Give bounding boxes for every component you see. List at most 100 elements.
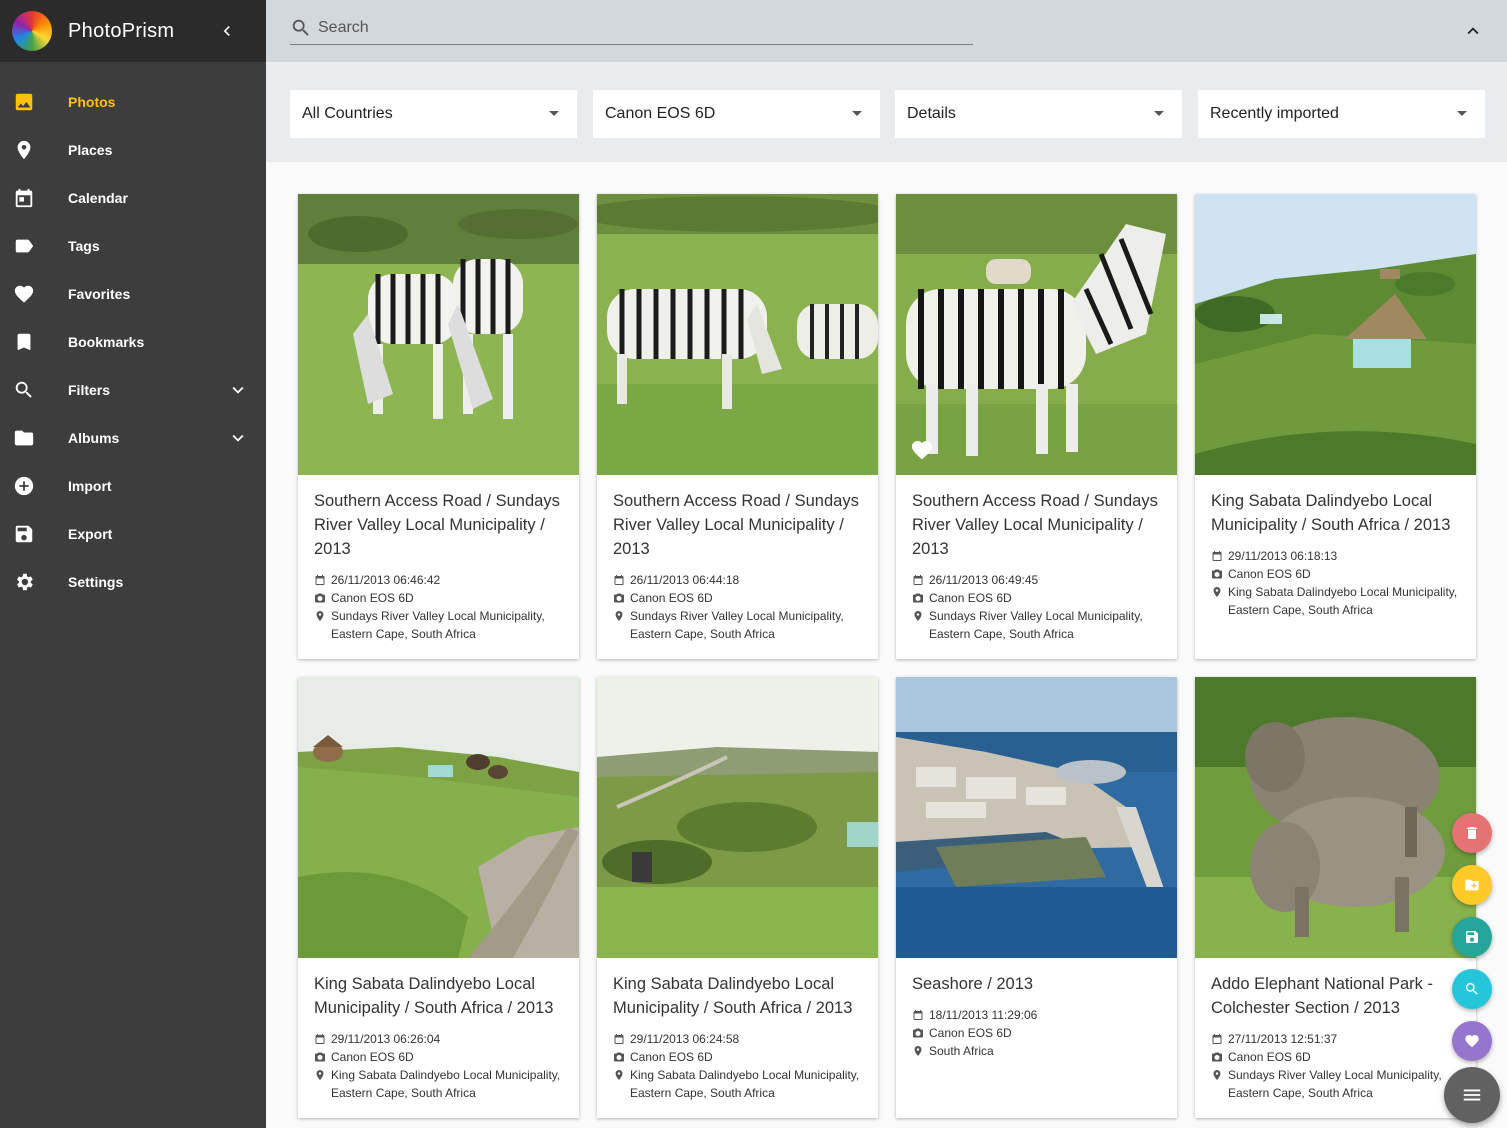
chevron-down-icon[interactable] — [226, 378, 250, 402]
search-input[interactable] — [318, 19, 958, 37]
actions-menu-button[interactable] — [1444, 1067, 1500, 1123]
place-pin-icon — [613, 610, 625, 622]
photo-title: King Sabata Dalindyebo Local Municipalit… — [1211, 492, 1451, 534]
photo-camera: Canon EOS 6D — [1228, 567, 1311, 581]
collapse-drawer-button[interactable] — [214, 18, 240, 44]
sidebar-item-settings[interactable]: Settings — [0, 558, 266, 606]
photo-camera: Canon EOS 6D — [331, 591, 414, 605]
view-select-value: Details — [907, 105, 956, 122]
place-pin-icon — [1211, 586, 1223, 598]
bookmark-icon — [12, 330, 36, 354]
place-pin-icon — [1211, 1069, 1223, 1081]
photo-location: Sundays River Valley Local Municipality,… — [331, 609, 545, 641]
view-select[interactable]: Details — [895, 90, 1182, 138]
photo-card[interactable]: Addo Elephant National Park - Colchester… — [1195, 677, 1476, 1118]
sidebar-item-albums[interactable]: Albums — [0, 414, 266, 462]
calendar-icon — [613, 574, 625, 586]
sidebar-item-label: Favorites — [68, 286, 131, 302]
camera-icon — [613, 1051, 625, 1063]
sidebar-item-places[interactable]: Places — [0, 126, 266, 174]
navigation-drawer: PhotoPrism Photos Places Calendar Tags F… — [0, 0, 266, 1128]
sidebar-item-filters[interactable]: Filters — [0, 366, 266, 414]
place-pin-icon — [314, 1069, 326, 1081]
sidebar-item-label: Export — [68, 526, 113, 542]
sidebar-item-calendar[interactable]: Calendar — [0, 174, 266, 222]
country-select-value: All Countries — [302, 105, 393, 122]
folder-add-icon — [1465, 879, 1479, 891]
sidebar-item-label: Calendar — [68, 190, 128, 206]
photo-title: Seashore / 2013 — [912, 975, 1034, 993]
photo-date: 26/11/2013 06:46:42 — [331, 573, 441, 587]
favorite-heart-icon[interactable] — [910, 438, 934, 467]
camera-select[interactable]: Canon EOS 6D — [593, 90, 880, 138]
place-pin-icon — [912, 610, 924, 622]
dropdown-arrow-icon — [1457, 111, 1467, 116]
sidebar-item-label: Places — [68, 142, 113, 158]
photo-camera: Canon EOS 6D — [929, 1026, 1012, 1040]
photo-date: 26/11/2013 06:49:45 — [929, 573, 1039, 587]
sidebar-item-import[interactable]: Import — [0, 462, 266, 510]
photo-thumbnail[interactable] — [896, 677, 1177, 958]
add-to-album-button[interactable] — [1452, 865, 1492, 905]
calendar-icon — [1211, 1033, 1223, 1045]
sidebar-item-favorites[interactable]: Favorites — [0, 270, 266, 318]
save-icon — [1466, 931, 1478, 943]
place-pin-icon — [12, 138, 36, 162]
sort-select[interactable]: Recently imported — [1198, 90, 1485, 138]
photo-camera: Canon EOS 6D — [331, 1050, 414, 1064]
calendar-icon — [912, 1009, 924, 1021]
photo-thumbnail[interactable] — [298, 194, 579, 475]
photo-card[interactable]: Southern Access Road / Sundays River Val… — [298, 194, 579, 659]
sidebar-item-photos[interactable]: Photos — [0, 78, 266, 126]
calendar-icon — [314, 1033, 326, 1045]
photo-date: 27/11/2013 12:51:37 — [1228, 1032, 1338, 1046]
zoom-edit-icon — [1465, 983, 1478, 995]
photo-card[interactable]: Southern Access Road / Sundays River Val… — [597, 194, 878, 659]
photo-thumbnail[interactable] — [896, 194, 1177, 475]
photo-card[interactable]: King Sabata Dalindyebo Local Municipalit… — [298, 677, 579, 1118]
like-button[interactable] — [1452, 1021, 1492, 1061]
sidebar-item-export[interactable]: Export — [0, 510, 266, 558]
camera-icon — [912, 592, 924, 604]
add-circle-icon — [12, 474, 36, 498]
photo-card[interactable]: Southern Access Road / Sundays River Val… — [896, 194, 1177, 659]
camera-icon — [314, 1051, 326, 1063]
photo-date: 18/11/2013 11:29:06 — [929, 1008, 1038, 1022]
heart-icon — [1465, 1035, 1479, 1048]
sidebar-item-label: Photos — [68, 94, 116, 110]
photo-location: Sundays River Valley Local Municipality,… — [630, 609, 844, 641]
photo-date: 29/11/2013 06:24:58 — [630, 1032, 740, 1046]
photo-card[interactable]: King Sabata Dalindyebo Local Municipalit… — [1195, 194, 1476, 659]
calendar-icon — [1211, 550, 1223, 562]
photo-date: 29/11/2013 06:26:04 — [331, 1032, 441, 1046]
photo-card[interactable]: King Sabata Dalindyebo Local Municipalit… — [597, 677, 878, 1118]
place-pin-icon — [314, 610, 326, 622]
photoprism-logo-icon[interactable] — [12, 11, 52, 51]
photo-title: Southern Access Road / Sundays River Val… — [613, 492, 859, 558]
photo-thumbnail[interactable] — [1195, 194, 1476, 475]
photo-thumbnail[interactable] — [1195, 677, 1476, 958]
delete-button[interactable] — [1452, 813, 1492, 853]
photo-thumbnail[interactable] — [597, 194, 878, 475]
camera-icon — [1211, 568, 1223, 580]
photo-card[interactable]: Seashore / 2013 18/11/2013 11:29:06 Cano… — [896, 677, 1177, 1118]
filter-bar: All Countries Canon EOS 6D Details Recen… — [266, 62, 1507, 162]
label-tag-icon — [12, 234, 36, 258]
sidebar-item-tags[interactable]: Tags — [0, 222, 266, 270]
photo-thumbnail[interactable] — [298, 677, 579, 958]
search-bar — [290, 12, 973, 45]
calendar-icon — [613, 1033, 625, 1045]
photo-title: Addo Elephant National Park - Colchester… — [1211, 975, 1433, 1017]
photo-thumbnail[interactable] — [597, 677, 878, 958]
gear-icon — [12, 570, 36, 594]
calendar-icon — [12, 186, 36, 210]
edit-button[interactable] — [1452, 969, 1492, 1009]
sidebar-item-bookmarks[interactable]: Bookmarks — [0, 318, 266, 366]
toggle-filters-button[interactable] — [1461, 19, 1485, 43]
country-select[interactable]: All Countries — [290, 90, 577, 138]
photo-icon — [12, 90, 36, 114]
download-button[interactable] — [1452, 917, 1492, 957]
calendar-icon — [912, 574, 924, 586]
sidebar-nav: Photos Places Calendar Tags Favorites Bo… — [0, 62, 266, 606]
chevron-down-icon[interactable] — [226, 426, 250, 450]
